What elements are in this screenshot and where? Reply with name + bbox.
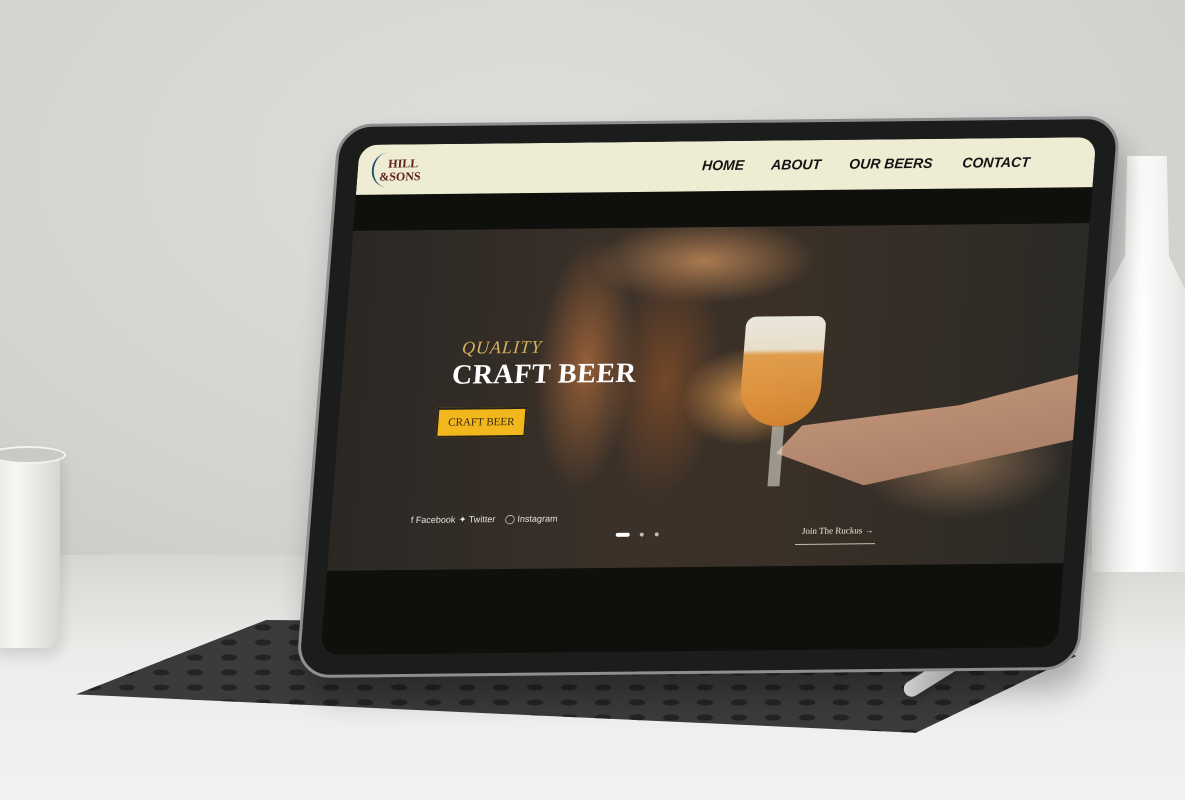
ruckus-underline [794, 543, 876, 545]
slider-dot-3[interactable] [654, 532, 659, 537]
join-the-ruckus-link[interactable]: Join The Ruckus → [802, 525, 874, 536]
slider-dot-2[interactable] [640, 532, 645, 537]
social-twitter[interactable]: ✦ Twitter [458, 514, 495, 525]
arrow-right-icon: → [864, 525, 875, 536]
hero-title: CRAFT BEER [450, 357, 638, 391]
website-screen: HILL &SONS HOME ABOUT OUR BEERS CONTACT … [320, 137, 1097, 655]
brand-logo[interactable]: HILL &SONS [368, 150, 431, 189]
craft-beer-button[interactable]: CRAFT BEER [435, 406, 528, 438]
instagram-icon: ◯ [504, 513, 518, 525]
glass-stem [767, 426, 785, 487]
nav-about[interactable]: ABOUT [771, 156, 822, 173]
coffee-mug [0, 448, 60, 648]
social-label: Facebook [415, 514, 456, 525]
slider-dots [615, 523, 659, 541]
join-label: Join The Ruckus [801, 525, 863, 536]
beer-glass-image [738, 315, 827, 427]
logo-text-bottom: &SONS [378, 169, 422, 184]
tablet-device: HILL &SONS HOME ABOUT OUR BEERS CONTACT … [295, 115, 1122, 679]
hero-kicker: QUALITY [461, 336, 543, 358]
nav-our-beers[interactable]: OUR BEERS [849, 155, 934, 172]
nav-contact[interactable]: CONTACT [962, 154, 1031, 171]
social-facebook[interactable]: f Facebook [410, 515, 455, 525]
slider-dot-1[interactable] [615, 532, 630, 537]
social-instagram[interactable]: ◯ Instagram [504, 513, 558, 525]
social-label: Instagram [517, 513, 558, 524]
hero-banner: QUALITY CRAFT BEER CRAFT BEER f Facebook… [326, 223, 1090, 571]
social-label: Twitter [468, 514, 496, 525]
nav-home[interactable]: HOME [702, 157, 745, 173]
site-navbar: HILL &SONS HOME ABOUT OUR BEERS CONTACT [355, 137, 1097, 195]
